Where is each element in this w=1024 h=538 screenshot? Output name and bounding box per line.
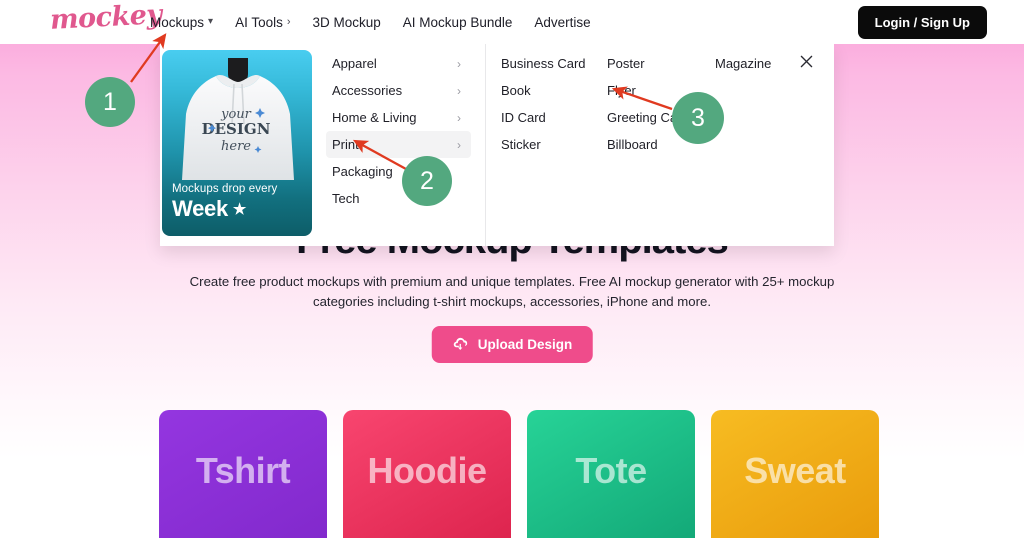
- category-column: Apparel › Accessories › Home & Living › …: [326, 44, 471, 246]
- product-card[interactable]: Hoodie: [343, 410, 511, 538]
- promo-tile[interactable]: your DESIGN here Mockups drop every Week…: [162, 50, 312, 236]
- hoodie-mockup-image: your DESIGN here: [182, 58, 294, 180]
- upload-design-label: Upload Design: [477, 337, 573, 352]
- nav-item-ai-tools[interactable]: AI Tools ›: [235, 15, 290, 30]
- nav-item-label: 3D Mockup: [312, 14, 381, 30]
- promo-title-row: Week ★: [172, 196, 304, 222]
- chevron-right-icon: ›: [286, 15, 291, 28]
- category-label: Print: [332, 137, 359, 152]
- category-item-tech[interactable]: Tech: [326, 185, 471, 212]
- promo-title: Week: [172, 196, 228, 221]
- category-item-apparel[interactable]: Apparel ›: [326, 50, 471, 77]
- svg-text:here: here: [221, 139, 251, 154]
- chevron-down-icon: ▾: [208, 16, 214, 27]
- category-item-home-living[interactable]: Home & Living ›: [326, 104, 471, 131]
- subcategory-greeting-card[interactable]: Greeting Card: [607, 104, 715, 131]
- star-icon: ★: [232, 201, 247, 218]
- promo-subtitle: Mockups drop every: [172, 183, 278, 195]
- category-label: Tech: [332, 191, 360, 206]
- chevron-right-icon: ›: [457, 137, 461, 152]
- subcategory-empty-1: [715, 77, 834, 104]
- nav-item-label: AI Mockup Bundle: [402, 14, 513, 30]
- close-icon[interactable]: [798, 53, 815, 70]
- category-item-print[interactable]: Print ›: [326, 131, 471, 158]
- product-card-label: Tote: [575, 450, 647, 491]
- product-card-label: Tshirt: [195, 450, 291, 491]
- nav-item-label: Mockups: [150, 14, 205, 30]
- category-item-accessories[interactable]: Accessories ›: [326, 77, 471, 104]
- nav-item-ai-mockup-bundle[interactable]: AI Mockup Bundle: [403, 15, 513, 30]
- chevron-right-icon: ›: [457, 56, 461, 71]
- product-card[interactable]: Tshirt: [159, 410, 327, 538]
- subcategory-business-card[interactable]: Business Card: [501, 50, 607, 77]
- hero-description: Create free product mockups with premium…: [189, 274, 835, 309]
- category-label: Apparel: [332, 56, 377, 71]
- subcategory-sticker[interactable]: Sticker: [501, 131, 607, 158]
- chevron-right-icon: ›: [457, 83, 461, 98]
- subcategory-panel: Business Card Poster Magazine Book Flyer…: [486, 44, 834, 246]
- product-card-list: Tshirt Hoodie Tote Sweat: [159, 410, 879, 538]
- category-label: Accessories: [332, 83, 403, 98]
- subcategory-id-card[interactable]: ID Card: [501, 104, 607, 131]
- nav-item-mockups[interactable]: Mockups ▾: [150, 15, 213, 30]
- subcategory-empty-2: [715, 104, 834, 131]
- subcategory-magazine[interactable]: Magazine: [715, 50, 834, 77]
- chevron-right-icon: ›: [457, 110, 461, 125]
- product-card[interactable]: Sweat: [711, 410, 879, 538]
- subcategory-empty-3: [715, 131, 834, 158]
- subcategory-grid: Business Card Poster Magazine Book Flyer…: [486, 50, 834, 158]
- subcategory-book[interactable]: Book: [501, 77, 607, 104]
- category-label: Packaging: [332, 164, 393, 179]
- subcategory-flyer[interactable]: Flyer: [607, 77, 715, 104]
- brand-logo[interactable]: mockey: [49, 0, 162, 36]
- nav-item-3d-mockup[interactable]: 3D Mockup: [313, 15, 381, 30]
- product-card[interactable]: Tote: [527, 410, 695, 538]
- nav-item-label: AI Tools: [235, 14, 283, 30]
- promo-caption: Mockups drop every Week ★: [172, 183, 304, 222]
- category-item-packaging[interactable]: Packaging: [326, 158, 471, 185]
- nav-item-advertise[interactable]: Advertise: [534, 15, 590, 30]
- category-label: Home & Living: [332, 110, 417, 125]
- top-navigation-bar: mockey Mockups ▾ AI Tools › 3D Mockup AI…: [0, 0, 1024, 44]
- product-card-label: Sweat: [744, 450, 846, 491]
- login-signup-button[interactable]: Login / Sign Up: [857, 6, 987, 39]
- nav-item-label: Advertise: [534, 14, 591, 30]
- mockups-mega-dropdown: your DESIGN here Mockups drop every Week…: [160, 44, 834, 246]
- subcategory-billboard[interactable]: Billboard: [607, 131, 715, 158]
- product-card-label: Hoodie: [367, 450, 488, 491]
- nav-links: Mockups ▾ AI Tools › 3D Mockup AI Mockup…: [150, 0, 591, 44]
- subcategory-poster[interactable]: Poster: [607, 50, 715, 77]
- upload-cloud-icon: [452, 336, 469, 353]
- upload-design-button[interactable]: Upload Design: [431, 326, 593, 363]
